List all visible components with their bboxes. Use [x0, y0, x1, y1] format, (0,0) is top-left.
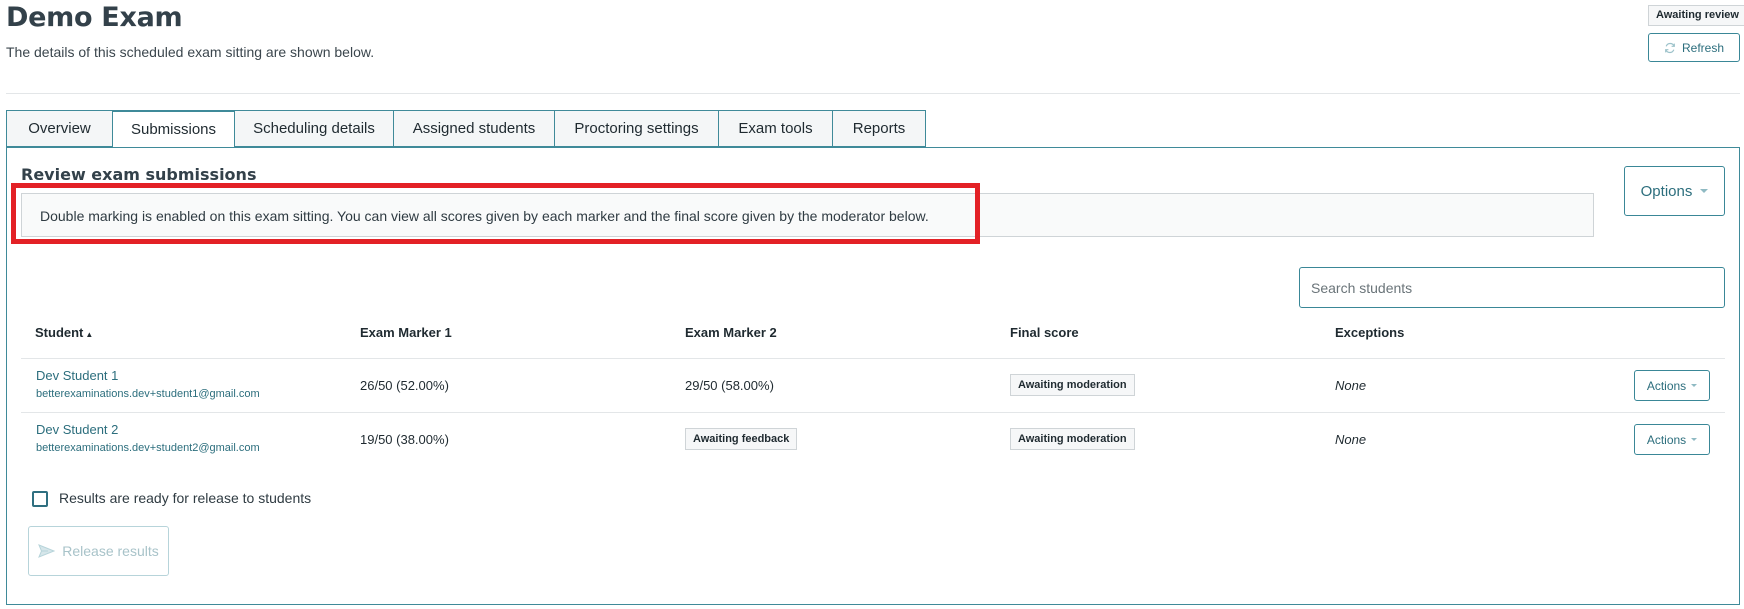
tab-assigned-students[interactable]: Assigned students	[393, 110, 554, 147]
marker-1-score: 26/50 (52.00%)	[360, 378, 449, 393]
marker-2-score: 29/50 (58.00%)	[685, 378, 774, 393]
column-header-exceptions: Exceptions	[1335, 325, 1405, 340]
column-header-final-score: Final score	[1010, 325, 1079, 340]
tab-submissions[interactable]: Submissions	[112, 110, 234, 148]
chevron-down-icon	[1691, 438, 1698, 441]
release-results-button[interactable]: Release results	[28, 526, 169, 576]
refresh-button[interactable]: Refresh	[1648, 33, 1740, 62]
header-divider	[6, 93, 1740, 94]
actions-button[interactable]: Actions	[1634, 370, 1710, 401]
page-title: Demo Exam	[6, 2, 183, 33]
info-message: Double marking is enabled on this exam s…	[40, 208, 929, 224]
tab-scheduling-details[interactable]: Scheduling details	[234, 110, 393, 147]
column-header-marker-2: Exam Marker 2	[685, 325, 777, 340]
tab-exam-tools[interactable]: Exam tools	[718, 110, 832, 147]
actions-button[interactable]: Actions	[1634, 424, 1710, 455]
student-email-link[interactable]: betterexaminations.dev+student1@gmail.co…	[36, 388, 260, 400]
sort-ascending-icon: ▲	[85, 330, 94, 339]
options-button[interactable]: Options	[1624, 166, 1725, 216]
options-label: Options	[1640, 182, 1693, 200]
final-score-badge: Awaiting moderation	[1010, 428, 1135, 450]
chevron-down-icon	[1691, 384, 1698, 387]
release-checkbox[interactable]	[32, 491, 48, 507]
tab-proctoring-settings[interactable]: Proctoring settings	[554, 110, 718, 147]
status-badge: Awaiting review	[1648, 5, 1744, 26]
tab-reports[interactable]: Reports	[832, 110, 926, 147]
release-results-label: Release results	[62, 543, 159, 559]
column-header-student[interactable]: Student ▲	[35, 325, 93, 340]
final-score-badge: Awaiting moderation	[1010, 374, 1135, 396]
release-checkbox-label: Results are ready for release to student…	[59, 490, 312, 506]
marker-1-score: 19/50 (38.00%)	[360, 432, 449, 447]
table-header-divider	[21, 358, 1725, 359]
student-name-link[interactable]: Dev Student 1	[36, 368, 118, 383]
table-row-divider	[21, 412, 1725, 413]
column-header-student-label: Student	[35, 325, 84, 340]
exceptions-value: None	[1335, 378, 1367, 393]
marker-2-badge: Awaiting feedback	[685, 428, 798, 450]
refresh-icon	[1665, 42, 1675, 53]
column-header-marker-1: Exam Marker 1	[360, 325, 452, 340]
student-name-link[interactable]: Dev Student 2	[36, 422, 118, 437]
exceptions-value: None	[1335, 432, 1367, 447]
refresh-label: Refresh	[1681, 40, 1725, 55]
send-icon	[38, 544, 56, 558]
section-title: Review exam submissions	[21, 165, 257, 184]
page-subtitle: The details of this scheduled exam sitti…	[6, 44, 375, 60]
tab-overview[interactable]: Overview	[6, 110, 112, 147]
tab-bar: Overview Submissions Scheduling details …	[6, 110, 926, 148]
search-input[interactable]	[1299, 267, 1725, 308]
student-email-link[interactable]: betterexaminations.dev+student2@gmail.co…	[36, 442, 260, 454]
chevron-down-icon	[1700, 189, 1709, 193]
actions-label: Actions	[1646, 432, 1687, 447]
actions-label: Actions	[1646, 378, 1687, 393]
